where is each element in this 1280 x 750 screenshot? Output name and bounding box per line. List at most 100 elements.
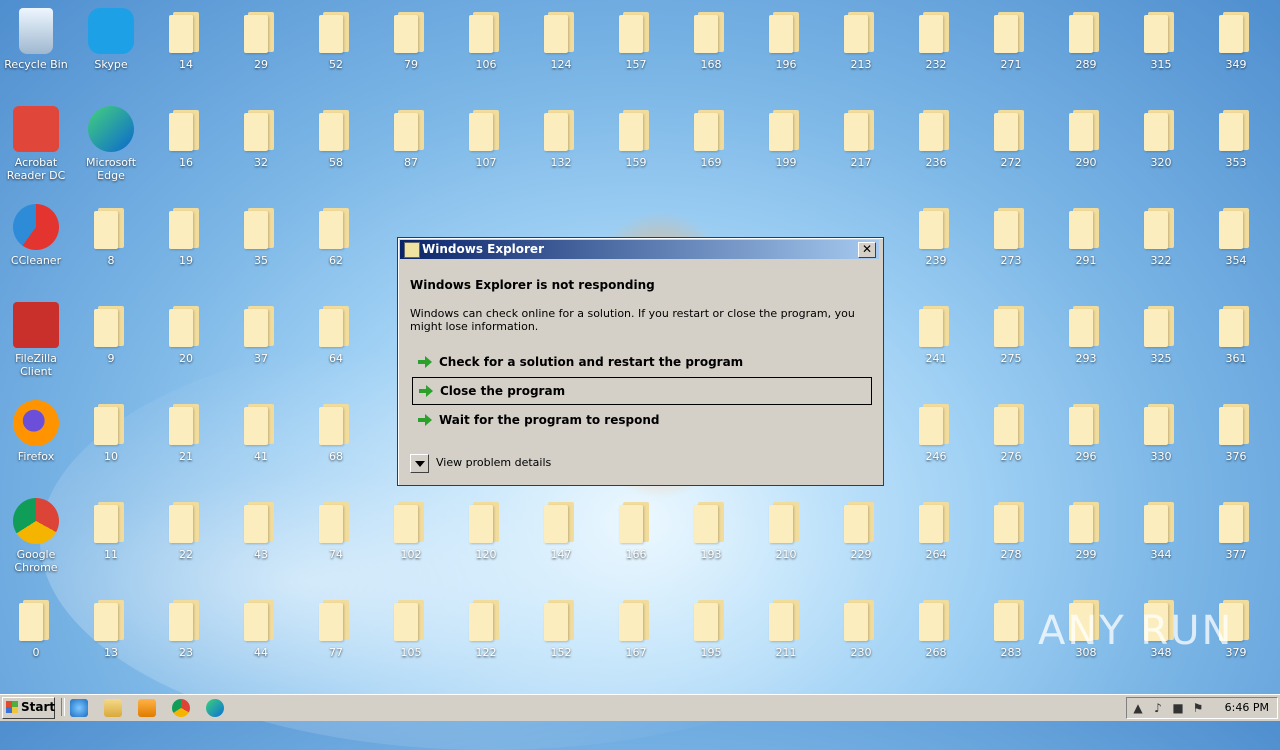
desktop-folder[interactable]: 0 [0,592,73,688]
desktop-folder[interactable]: 37 [224,298,298,394]
desktop-folder[interactable]: 77 [299,592,373,688]
wait-program-option[interactable]: Wait for the program to respond [412,407,870,433]
desktop-folder[interactable]: 213 [824,4,898,100]
close-button[interactable]: ✕ [858,242,876,258]
desktop-folder[interactable]: 166 [599,494,673,590]
desktop-folder[interactable]: 199 [749,102,823,198]
explorer-icon[interactable] [104,699,122,717]
desktop-folder[interactable]: 193 [674,494,748,590]
desktop-folder[interactable]: 124 [524,4,598,100]
desktop-folder[interactable]: 21 [149,396,223,492]
desktop-folder[interactable]: 87 [374,102,448,198]
desktop-folder[interactable]: 330 [1124,396,1198,492]
desktop-folder[interactable]: 211 [749,592,823,688]
network-icon[interactable]: ■ [1171,701,1185,715]
chrome-icon[interactable] [172,699,190,717]
desktop-folder[interactable]: 241 [899,298,973,394]
dialog-titlebar[interactable]: Windows Explorer ✕ [400,240,879,259]
desktop-folder[interactable]: 29 [224,4,298,100]
desktop-folder[interactable]: 354 [1199,200,1273,296]
desktop-folder[interactable]: 229 [824,494,898,590]
desktop-folder[interactable]: 168 [674,4,748,100]
desktop-folder[interactable]: 289 [1049,4,1123,100]
desktop-folder[interactable]: 276 [974,396,1048,492]
expand-details-button[interactable] [410,454,429,473]
desktop-folder[interactable]: 58 [299,102,373,198]
desktop-folder[interactable]: 43 [224,494,298,590]
desktop-icon-firefox[interactable]: Firefox [0,396,73,492]
desktop-folder[interactable]: 349 [1199,4,1273,100]
desktop-icon-skype[interactable]: Skype [74,4,148,100]
desktop-folder[interactable]: 167 [599,592,673,688]
desktop-folder[interactable]: 157 [599,4,673,100]
desktop-folder[interactable]: 283 [974,592,1048,688]
desktop-folder[interactable]: 210 [749,494,823,590]
desktop-folder[interactable]: 322 [1124,200,1198,296]
desktop-folder[interactable]: 20 [149,298,223,394]
desktop-folder[interactable]: 275 [974,298,1048,394]
start-button[interactable]: Start [2,697,55,719]
desktop-folder[interactable]: 239 [899,200,973,296]
desktop-folder[interactable]: 344 [1124,494,1198,590]
flag-icon[interactable]: ⚑ [1191,701,1205,715]
check-solution-option[interactable]: Check for a solution and restart the pro… [412,349,870,375]
desktop-folder[interactable]: 19 [149,200,223,296]
desktop-icon-acrobat[interactable]: Acrobat Reader DC [0,102,73,198]
desktop-folder[interactable]: 376 [1199,396,1273,492]
desktop-folder[interactable]: 11 [74,494,148,590]
desktop-folder[interactable]: 74 [299,494,373,590]
desktop-folder[interactable]: 195 [674,592,748,688]
close-program-option[interactable]: Close the program [412,377,872,405]
desktop-folder[interactable]: 236 [899,102,973,198]
desktop-folder[interactable]: 41 [224,396,298,492]
desktop-folder[interactable]: 268 [899,592,973,688]
desktop-folder[interactable]: 122 [449,592,523,688]
desktop-folder[interactable]: 377 [1199,494,1273,590]
desktop-folder[interactable]: 16 [149,102,223,198]
desktop-folder[interactable]: 169 [674,102,748,198]
desktop-icon-edge[interactable]: Microsoft Edge [74,102,148,198]
desktop-folder[interactable]: 296 [1049,396,1123,492]
desktop-folder[interactable]: 320 [1124,102,1198,198]
desktop-folder[interactable]: 159 [599,102,673,198]
desktop-folder[interactable]: 62 [299,200,373,296]
desktop-folder[interactable]: 290 [1049,102,1123,198]
desktop-icon-filezilla[interactable]: FileZilla Client [0,298,73,394]
desktop-folder[interactable]: 10 [74,396,148,492]
desktop-folder[interactable]: 52 [299,4,373,100]
desktop-folder[interactable]: 361 [1199,298,1273,394]
desktop-folder[interactable]: 291 [1049,200,1123,296]
desktop-folder[interactable]: 152 [524,592,598,688]
desktop-folder[interactable]: 264 [899,494,973,590]
desktop-icon-ccleaner[interactable]: CCleaner [0,200,73,296]
desktop-folder[interactable]: 120 [449,494,523,590]
desktop-folder[interactable]: 22 [149,494,223,590]
desktop-folder[interactable]: 147 [524,494,598,590]
desktop-folder[interactable]: 273 [974,200,1048,296]
desktop-folder[interactable]: 271 [974,4,1048,100]
desktop-folder[interactable]: 9 [74,298,148,394]
desktop-folder[interactable]: 299 [1049,494,1123,590]
desktop-folder[interactable]: 13 [74,592,148,688]
desktop-folder[interactable]: 230 [824,592,898,688]
desktop-folder[interactable]: 23 [149,592,223,688]
desktop-folder[interactable]: 325 [1124,298,1198,394]
ie-icon[interactable] [70,699,88,717]
clock[interactable]: 6:46 PM [1225,701,1269,714]
desktop-folder[interactable]: 315 [1124,4,1198,100]
desktop-folder[interactable]: 107 [449,102,523,198]
desktop-folder[interactable]: 14 [149,4,223,100]
desktop-folder[interactable]: 44 [224,592,298,688]
desktop-folder[interactable]: 293 [1049,298,1123,394]
desktop-folder[interactable]: 232 [899,4,973,100]
desktop-folder[interactable]: 132 [524,102,598,198]
desktop-folder[interactable]: 246 [899,396,973,492]
media-player-icon[interactable] [138,699,156,717]
desktop-folder[interactable]: 64 [299,298,373,394]
desktop-folder[interactable]: 272 [974,102,1048,198]
desktop-icon-chrome[interactable]: Google Chrome [0,494,73,590]
edge-icon[interactable] [206,699,224,717]
desktop-folder[interactable]: 8 [74,200,148,296]
desktop-folder[interactable]: 35 [224,200,298,296]
desktop-icon-recycle[interactable]: Recycle Bin [0,4,73,100]
